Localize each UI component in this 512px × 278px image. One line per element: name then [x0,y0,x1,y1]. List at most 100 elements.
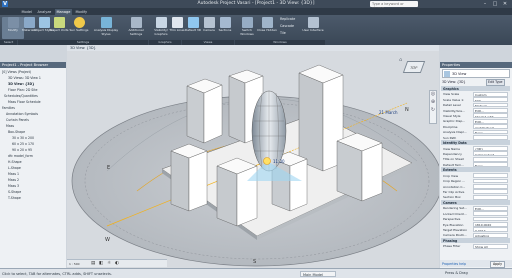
close-button[interactable]: ✕ [500,0,510,8]
app-menu-button[interactable]: V [2,1,8,7]
tree-item[interactable]: Mass 1 [8,172,19,176]
project-units-button[interactable]: Project Units [48,17,70,39]
view-scale[interactable]: 1 : 500 [69,262,80,266]
tree-item[interactable]: Annotation Symbols [6,112,38,116]
home-icon[interactable]: ⌂ [399,57,402,63]
sun-settings-button[interactable]: Sun Settings [68,17,90,39]
user-interface-button[interactable]: User Interface [302,17,324,39]
tree-item[interactable]: Box-Shape [8,130,25,134]
property-value[interactable] [473,211,508,217]
project-units-label: Project Units [49,28,69,32]
property-value[interactable]: None [473,129,508,135]
property-value[interactable] [473,189,508,195]
property-value[interactable]: Medium [473,102,508,108]
tree-item[interactable]: S-Shape [8,190,21,194]
tile-button[interactable]: Tile [280,31,286,35]
visibility-icon [155,17,167,28]
property-value[interactable] [473,178,508,184]
tree-item[interactable]: [0] Views (Project) [2,70,31,74]
property-section-identity[interactable]: Identity Data [441,140,510,146]
property-value[interactable]: 1810.0020 [473,222,508,227]
property-value[interactable]: 0.0017 [473,227,508,233]
tree-item[interactable]: 30 x 30 x 200 [12,136,34,140]
sections-button[interactable]: Sections [214,17,236,39]
tree-item[interactable]: Mass 3 [8,184,19,188]
drag-mode-indicator[interactable]: Press & Drag [445,271,509,277]
active-model-selector[interactable]: Main Model [300,271,336,277]
shadows-icon[interactable]: ◐ [115,261,119,266]
apply-button[interactable]: Apply [490,260,505,268]
maximize-button[interactable]: □ [490,0,500,8]
additional-settings-button[interactable]: Additional Settings [124,17,148,39]
sun-path-toggle-icon[interactable]: ☼ [107,261,111,266]
viewcube[interactable]: TOP ⌂ [399,57,429,83]
tree-item[interactable]: Schedules/Quantities [4,94,38,98]
analysis-display-styles-button[interactable]: Analysis Display Styles [92,17,120,39]
property-key: Camera Positi... [443,233,467,238]
steering-wheel-icon[interactable]: ◎ [430,91,436,99]
property-value[interactable] [473,194,508,200]
property-value[interactable] [473,156,508,162]
tree-item[interactable]: Mass [6,124,14,128]
property-value[interactable]: Edit... [473,108,508,113]
tree-item[interactable]: 60 x 25 x 170 [12,142,34,146]
property-value[interactable] [473,216,508,222]
tree-item[interactable]: Curtain Panels [6,118,29,122]
zoom-icon[interactable]: ⊕ [430,99,436,107]
tree-item[interactable]: H-Shape [8,160,22,164]
navigation-bar[interactable]: ◎ ⊕ ↻ [429,90,437,124]
tree-item[interactable]: Floor Plan: 2D Site [8,88,37,92]
property-value[interactable] [473,173,508,179]
properties-panel: Properties 3D View 3D View: {3D} Edit Ty… [440,62,512,268]
property-key: Target Elevation [443,227,468,232]
type-selector-label: 3D View [452,72,467,76]
viewcube-top-face[interactable]: TOP [402,61,426,73]
property-value[interactable]: Adjusting [473,232,508,238]
property-section-graphics[interactable]: Graphics [441,86,510,91]
property-value[interactable]: Edit... [473,205,508,211]
tree-item[interactable]: Mass 2 [8,178,19,182]
tree-item[interactable]: 3D View: {3D} [8,82,34,86]
property-value[interactable]: Edit... [473,118,508,124]
property-value[interactable] [473,135,508,140]
property-key: Graphic Disp... [443,119,466,124]
property-section-camera[interactable]: Camera [441,200,510,205]
tree-item[interactable]: 3D Views: 3D View 1 [8,76,41,80]
property-value[interactable]: Shaded with... [473,113,508,119]
property-value[interactable]: None [473,162,508,168]
tree-item[interactable]: Mass Floor Schedule [8,100,41,104]
switch-windows-button[interactable]: Switch Windows [236,17,258,39]
ribbon: Modify Materials Object Styles Project U… [0,15,512,45]
type-selector[interactable]: 3D View [442,69,510,78]
property-section-extents[interactable]: Extents [441,167,510,173]
sun-icon[interactable] [263,157,271,165]
property-value[interactable]: Independent [473,151,508,157]
properties-help-link[interactable]: Properties help [442,262,466,266]
visual-style-icon[interactable]: ◧ [99,261,103,266]
property-section-phasing[interactable]: Phasing [441,238,510,243]
tree-item[interactable]: Families [2,106,15,110]
detail-level-icon[interactable]: ▤ [91,261,95,266]
cascade-button[interactable]: Cascade [280,24,294,28]
3d-scene[interactable]: N W E S 11:30 21 March [67,51,439,268]
close-hidden-button[interactable]: Close Hidden [256,17,278,39]
tree-item[interactable]: 90 x 20 x 95 [12,148,32,152]
minimize-button[interactable]: – [480,0,490,8]
property-key: Far Clip Active [443,189,465,194]
property-value[interactable]: Show All [473,243,508,249]
tree-item[interactable]: L-Shape [8,166,21,170]
edit-type-button[interactable]: Edit Type [486,79,505,86]
property-value[interactable]: Custom [473,91,508,97]
tree-item[interactable]: dfc model_form [8,154,33,158]
replicate-button[interactable]: Replicate [280,17,295,21]
tree-item[interactable]: T-Shape [8,196,21,200]
property-value[interactable]: 500 [473,97,508,103]
3d-viewport[interactable]: 3D View: {3D} N W E S 11:30 21 March TOP… [67,45,439,268]
property-value[interactable]: {3D} [473,146,508,151]
compass-east: E [107,165,110,171]
orbit-icon[interactable]: ↻ [430,107,436,115]
windows-icon [241,17,253,28]
property-value[interactable] [473,184,508,189]
property-value[interactable]: Architectural [473,124,508,130]
search-input[interactable]: Type a keyword or phrase [370,1,418,10]
